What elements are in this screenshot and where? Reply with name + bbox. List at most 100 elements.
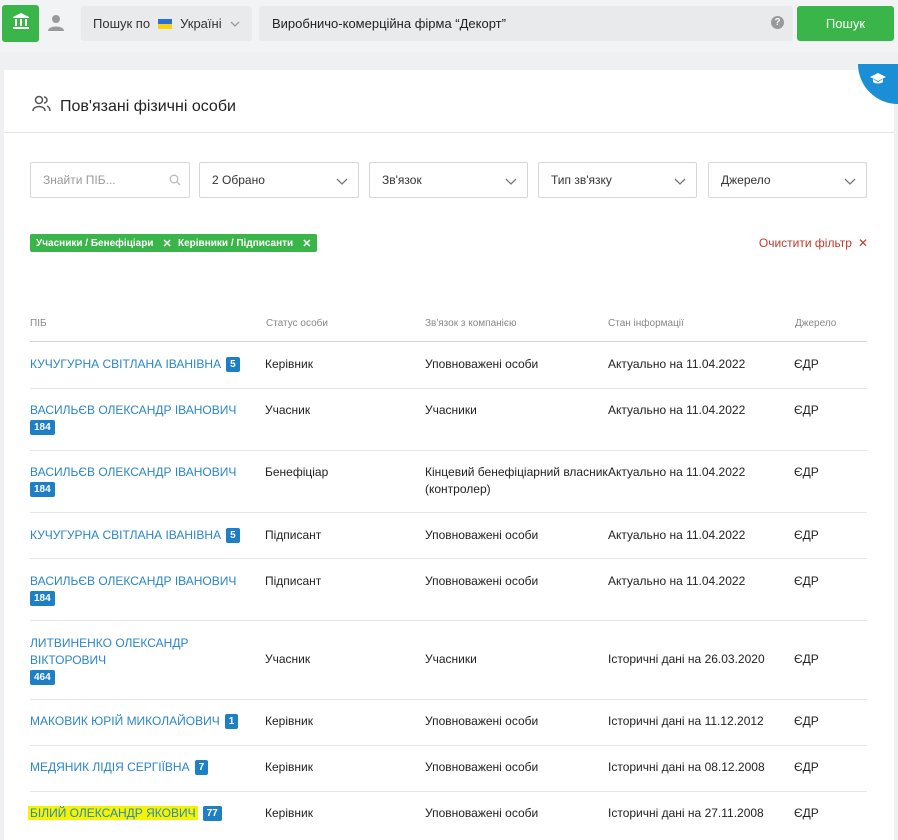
source-cell: ЄДР xyxy=(794,357,819,371)
relation-type-filter-select[interactable]: Тип зв'язку xyxy=(538,162,697,198)
person-name-link[interactable]: МЕДЯНИК ЛІДІЯ СЕРГІЇВНА 7 xyxy=(30,759,240,776)
relation-filter-select[interactable]: Зв'язок xyxy=(369,162,528,198)
people-icon xyxy=(32,95,60,118)
column-header-state[interactable]: Стан інформації xyxy=(608,318,684,329)
question-icon[interactable]: ? xyxy=(771,16,784,29)
source-cell: ЄДР xyxy=(794,403,819,417)
row-divider xyxy=(30,745,867,746)
status-filter-select[interactable]: 2 Обрано xyxy=(199,162,359,198)
person-name-link[interactable]: КУЧУГУРНА СВІТЛАНА ІВАНІВНА 5 xyxy=(30,527,240,544)
person-name: ВАСИЛЬЄВ ОЛЕКСАНДР ІВАНОВИЧ xyxy=(30,465,237,479)
clear-filter-label: Очистити фільтр xyxy=(758,236,852,250)
person-name: ВАСИЛЬЄВ ОЛЕКСАНДР ІВАНОВИЧ xyxy=(30,574,237,588)
chevron-down-icon xyxy=(504,174,518,191)
source-filter-value: Джерело xyxy=(721,173,771,187)
person-name: БІЛИЙ ОЛЕКСАНДР ЯКОВИЧ xyxy=(28,806,198,820)
state-cell: Актуально на 11.04.2022 xyxy=(608,574,746,588)
count-badge: 1 xyxy=(224,714,239,729)
state-cell: Актуально на 11.04.2022 xyxy=(608,357,746,371)
count-badge: 184 xyxy=(30,591,55,606)
row-divider xyxy=(30,388,867,389)
source-cell: ЄДР xyxy=(794,760,819,774)
relation-cell: Уповноважені особи xyxy=(425,806,539,820)
top-bar: Пошук по Україні Виробничо-комерційна фі… xyxy=(0,0,898,52)
person-name-link[interactable]: ЛИТВИНЕНКО ОЛЕКСАНДР ВІКТОРОВИЧ 464 xyxy=(30,635,195,686)
column-header-relation[interactable]: Зв'язок з компанією xyxy=(425,318,516,329)
person-name: МАКОВИК ЮРІЙ МИКОЛАЙОВИЧ xyxy=(30,714,220,728)
status-filter-value: 2 Обрано xyxy=(212,173,265,187)
home-button[interactable] xyxy=(2,5,39,42)
person-name: ЛИТВИНЕНКО ОЛЕКСАНДР ВІКТОРОВИЧ xyxy=(30,636,189,667)
relation-cell: Уповноважені особи xyxy=(425,714,539,728)
chevron-down-icon xyxy=(335,174,349,191)
close-icon[interactable]: ✕ xyxy=(162,237,171,250)
user-icon xyxy=(45,15,67,38)
chevron-down-icon xyxy=(843,174,857,191)
row-divider xyxy=(30,699,867,700)
count-badge: 5 xyxy=(226,357,240,372)
state-cell: Історичні дані на 08.12.2008 xyxy=(608,760,765,774)
search-button[interactable]: Пошук xyxy=(797,6,894,41)
filter-tag-label: Керівники / Підписанти xyxy=(178,237,294,249)
relation-cell: Кінцевий бенефіціарний власник (контроле… xyxy=(425,465,608,496)
row-divider xyxy=(30,558,867,559)
count-badge: 184 xyxy=(30,420,55,435)
relation-cell: Уповноважені особи xyxy=(425,357,539,371)
person-name: МЕДЯНИК ЛІДІЯ СЕРГІЇВНА xyxy=(30,760,190,774)
close-icon[interactable]: ✕ xyxy=(302,237,311,250)
relation-cell: Уповноважені особи xyxy=(425,574,539,588)
person-name-link[interactable]: КУЧУГУРНА СВІТЛАНА ІВАНІВНА 5 xyxy=(30,356,240,373)
row-divider xyxy=(30,791,867,792)
table-header-divider xyxy=(30,341,867,342)
row-divider xyxy=(30,620,867,621)
close-icon: ✕ xyxy=(857,236,868,250)
company-search-input[interactable]: Виробничо-комерційна фірма “Декорт” ? xyxy=(259,6,793,41)
source-cell: ЄДР xyxy=(794,465,819,479)
help-corner-button[interactable] xyxy=(858,64,898,104)
state-cell: Історичні дані на 27.11.2008 xyxy=(608,806,764,820)
state-cell: Актуально на 11.04.2022 xyxy=(608,403,746,417)
source-cell: ЄДР xyxy=(794,528,819,542)
source-cell: ЄДР xyxy=(794,652,819,666)
user-button[interactable] xyxy=(45,12,67,34)
relation-cell: Учасники xyxy=(425,403,477,417)
relation-cell: Учасники xyxy=(425,652,477,666)
scope-value: Україні xyxy=(180,16,222,31)
person-name-link[interactable]: МАКОВИК ЮРІЙ МИКОЛАЙОВИЧ 1 xyxy=(30,713,240,730)
person-name-link[interactable]: ВАСИЛЬЄВ ОЛЕКСАНДР ІВАНОВИЧ 184 xyxy=(30,573,240,607)
search-input-value: Виробничо-комерційна фірма “Декорт” xyxy=(272,16,506,31)
filter-tag-label: Учасники / Бенефіціари xyxy=(36,237,154,249)
filter-tag: Учасники / Бенефіціари ✕ xyxy=(30,234,178,252)
state-cell: Актуально на 11.04.2022 xyxy=(608,465,746,479)
clear-filter-link[interactable]: Очистити фільтр ✕ xyxy=(759,236,868,250)
name-search-placeholder: Знайти ПІБ... xyxy=(43,173,116,187)
column-header-source[interactable]: Джерело xyxy=(795,318,836,329)
ukraine-flag-icon xyxy=(158,18,173,29)
person-name-link[interactable]: ВАСИЛЬЄВ ОЛЕКСАНДР ІВАНОВИЧ 184 xyxy=(30,464,240,498)
count-badge: 464 xyxy=(30,670,55,685)
person-name-link[interactable]: ВАСИЛЬЄВ ОЛЕКСАНДР ІВАНОВИЧ 184 xyxy=(30,402,240,436)
count-badge: 5 xyxy=(226,528,240,543)
column-header-status[interactable]: Статус особи xyxy=(266,318,328,329)
relation-cell: Уповноважені особи xyxy=(425,528,539,542)
state-cell: Історичні дані на 26.03.2020 xyxy=(608,652,765,666)
person-name-link[interactable]: БІЛИЙ ОЛЕКСАНДР ЯКОВИЧ 77 xyxy=(28,805,238,822)
divider xyxy=(4,132,894,133)
chevron-down-icon xyxy=(673,174,687,191)
person-name: КУЧУГУРНА СВІТЛАНА ІВАНІВНА xyxy=(30,528,222,542)
relation-type-filter-value: Тип зв'язку xyxy=(551,173,612,187)
search-scope-select[interactable]: Пошук по Україні xyxy=(81,6,252,41)
search-icon xyxy=(169,174,181,189)
row-divider xyxy=(30,450,867,451)
status-cell: Керівник xyxy=(265,714,313,728)
scope-label: Пошук по xyxy=(93,16,151,31)
status-cell: Підписант xyxy=(265,574,322,588)
name-search-input[interactable]: Знайти ПІБ... xyxy=(30,162,190,198)
panel-title: Пов'язані фізичні особи xyxy=(32,95,236,118)
state-cell: Історичні дані на 11.12.2012 xyxy=(608,714,764,728)
person-name: ВАСИЛЬЄВ ОЛЕКСАНДР ІВАНОВИЧ xyxy=(30,403,237,417)
row-divider xyxy=(30,512,867,513)
source-filter-select[interactable]: Джерело xyxy=(708,162,867,198)
chevron-down-icon xyxy=(230,17,240,32)
column-header-name[interactable]: ПІБ xyxy=(30,318,47,329)
